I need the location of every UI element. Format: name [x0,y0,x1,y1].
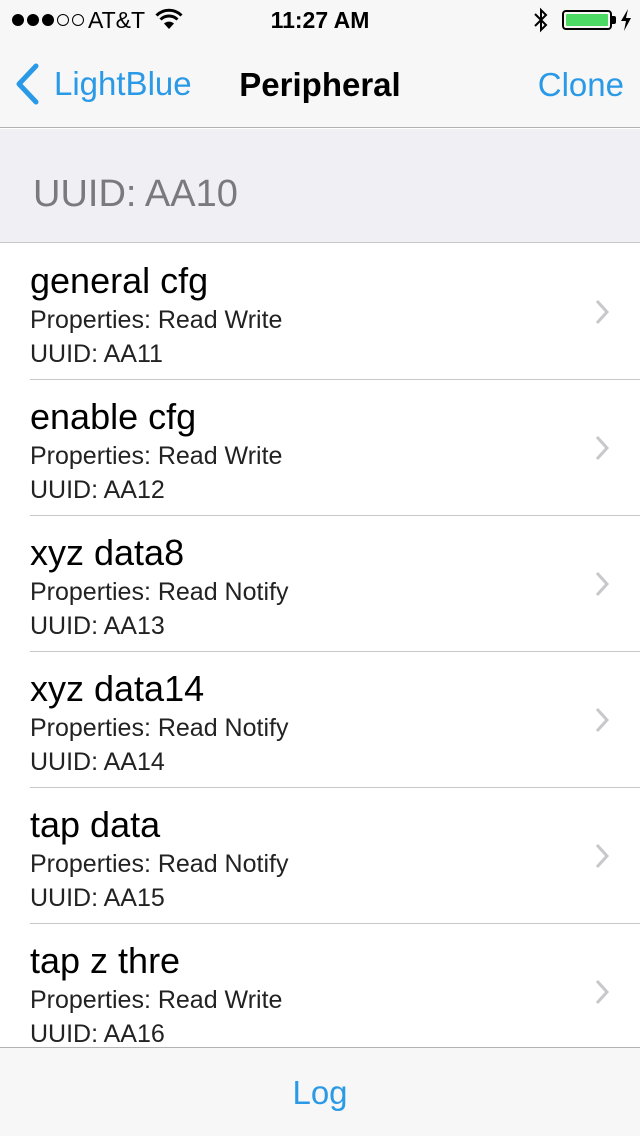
back-button-label: LightBlue [54,65,192,102]
characteristic-properties: Properties: Read Notify [30,850,289,878]
characteristic-uuid: UUID: AA11 [30,340,163,368]
list-item[interactable]: xyz data14 Properties: Read Notify UUID:… [0,652,640,788]
characteristic-name: general cfg [30,260,209,301]
service-section-header: UUID: AA10 [0,129,640,243]
charging-bolt-icon [621,9,631,31]
clone-button[interactable]: Clone [538,66,624,104]
back-button[interactable]: LightBlue [14,62,192,106]
battery-level [566,14,608,26]
chevron-right-icon [595,843,610,869]
bottom-toolbar: Log [0,1047,640,1136]
chevron-right-icon [595,299,610,325]
list-item[interactable]: enable cfg Properties: Read Write UUID: … [0,380,640,516]
service-uuid: UUID: AA10 [33,173,238,215]
navigation-bar: LightBlue Peripheral Clone [0,40,640,128]
characteristic-uuid: UUID: AA15 [30,884,165,912]
characteristic-uuid: UUID: AA13 [30,612,165,640]
characteristic-properties: Properties: Read Write [30,306,283,334]
characteristic-name: enable cfg [30,396,197,437]
chevron-right-icon [595,435,610,461]
chevron-right-icon [595,707,610,733]
characteristic-properties: Properties: Read Write [30,986,283,1014]
characteristic-properties: Properties: Read Notify [30,578,289,606]
list-item[interactable]: tap z thre Properties: Read Write UUID: … [0,924,640,1047]
characteristic-uuid: UUID: AA14 [30,748,165,776]
characteristic-name: xyz data14 [30,668,205,709]
characteristic-name: xyz data8 [30,532,185,573]
characteristic-properties: Properties: Read Write [30,442,283,470]
chevron-right-icon [595,979,610,1005]
status-bar: AT&T 11:27 AM [0,0,640,40]
characteristic-uuid: UUID: AA12 [30,476,165,504]
characteristic-name: tap z thre [30,940,181,981]
bluetooth-icon [534,7,548,33]
characteristic-properties: Properties: Read Notify [30,714,289,742]
battery-cap [612,16,616,24]
chevron-right-icon [595,571,610,597]
list-item[interactable]: general cfg Properties: Read Write UUID:… [0,244,640,380]
characteristics-list[interactable]: general cfg Properties: Read Write UUID:… [0,244,640,1047]
log-button[interactable]: Log [0,1074,640,1112]
battery-icon [562,10,612,30]
list-item[interactable]: xyz data8 Properties: Read Notify UUID: … [0,516,640,652]
chevron-left-icon [16,63,39,105]
characteristic-name: tap data [30,804,161,845]
list-item[interactable]: tap data Properties: Read Notify UUID: A… [0,788,640,924]
characteristic-uuid: UUID: AA16 [30,1020,165,1047]
peripheral-screen: AT&T 11:27 AM LightBlue Peripheral Clone [0,0,640,1136]
